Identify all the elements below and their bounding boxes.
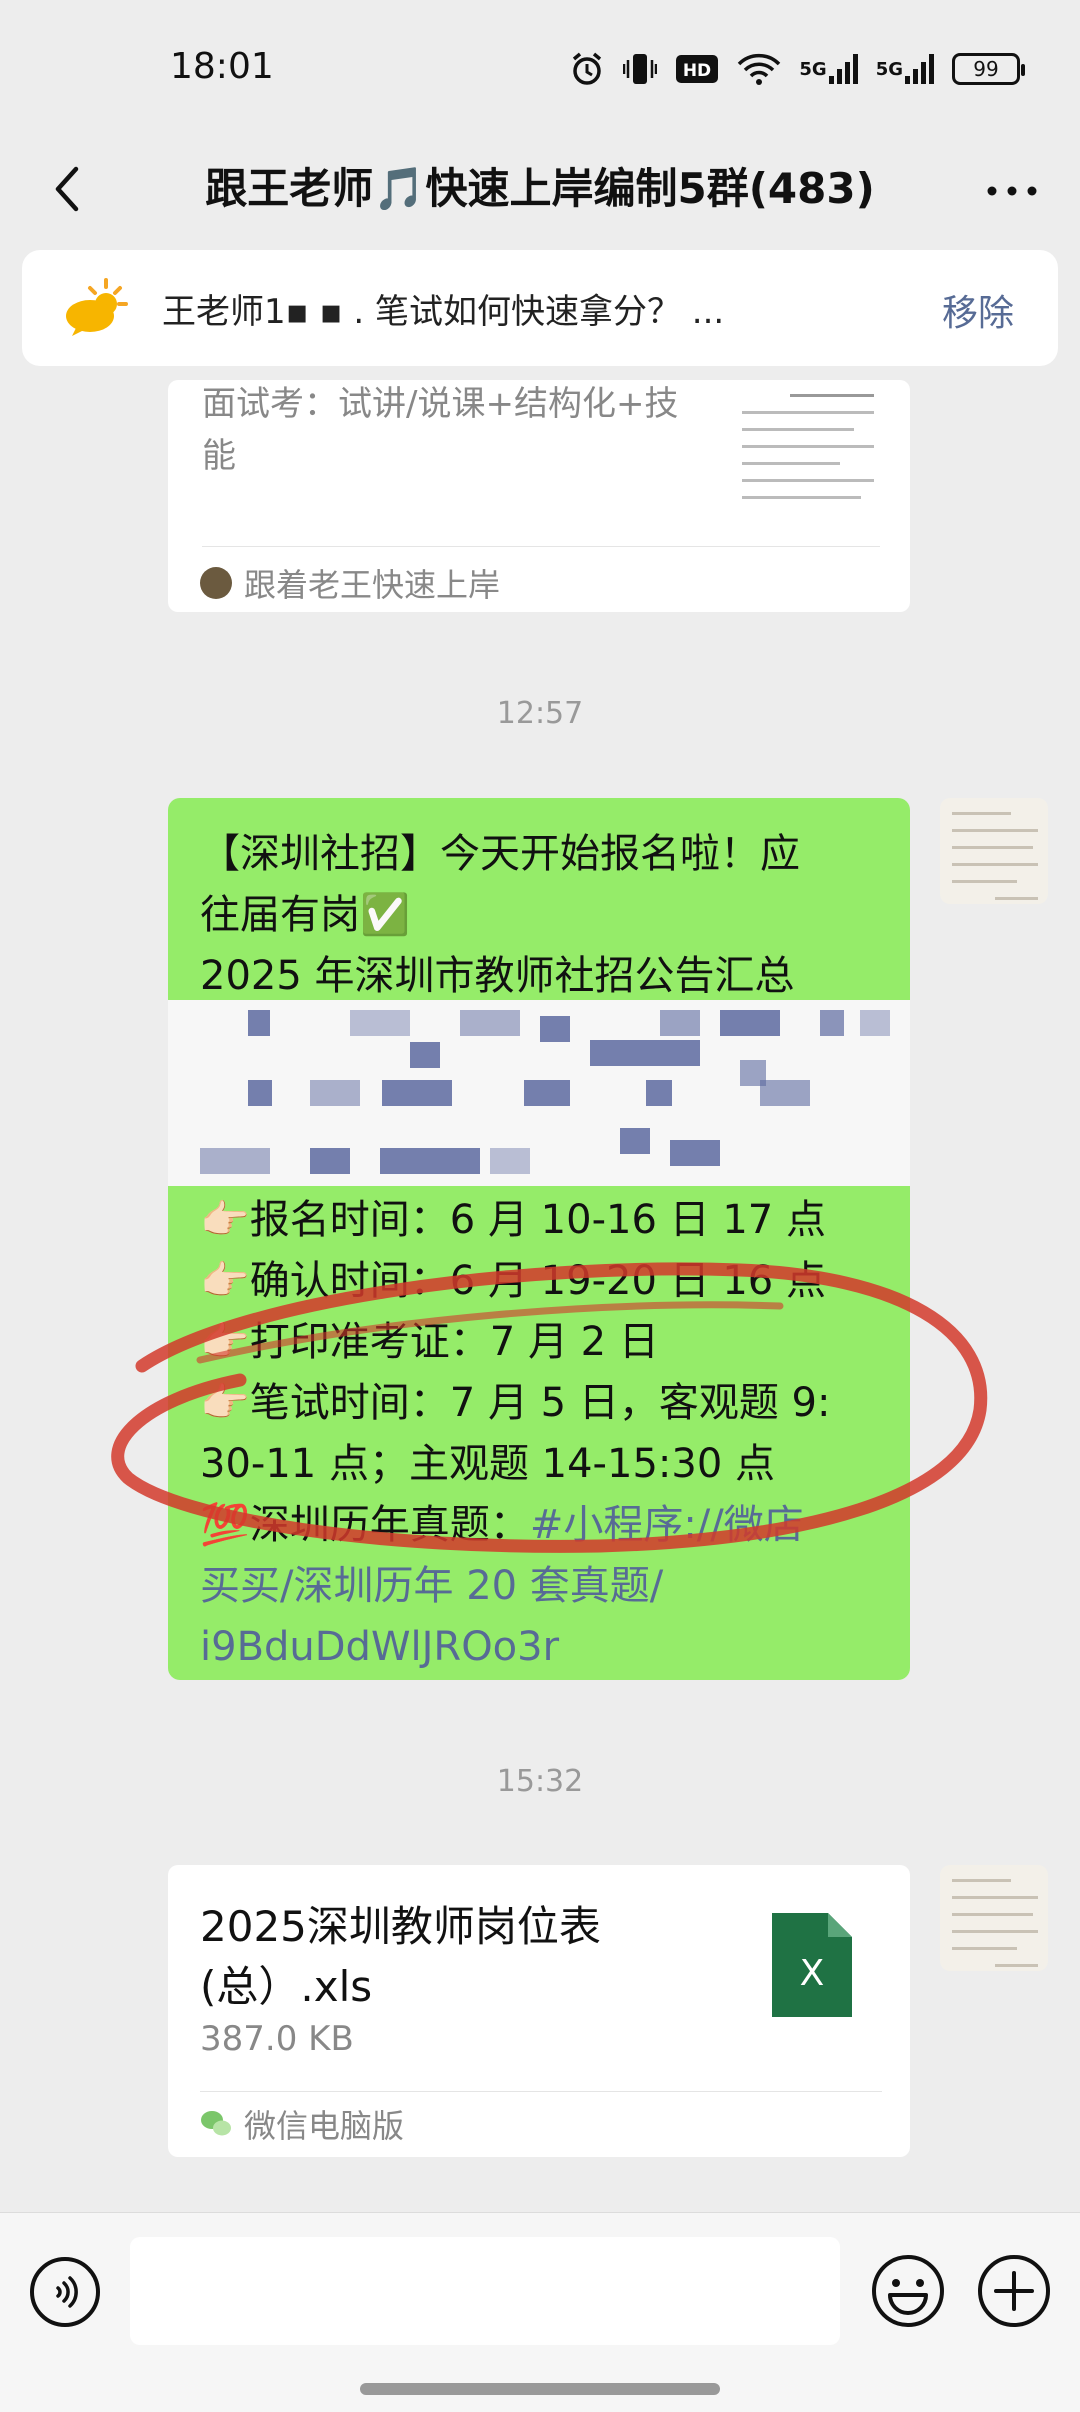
source-avatar [200, 567, 232, 599]
file-size: 387.0 KB [200, 2019, 354, 2059]
wechat-icon [201, 2111, 231, 2136]
status-icons: HD 5G 5G 99 [569, 48, 1025, 90]
divider [202, 546, 880, 547]
chevron-left-icon[interactable] [40, 159, 100, 219]
message-line: 👉🏻报名时间：6 月 10-16 日 17 点 [200, 1197, 826, 1243]
text-message-content: 【深圳社招】今天开始报名啦！应 往届有岗✅ 2025 年深圳市教师社招公告汇总 … [200, 824, 890, 1678]
message-line: 👉🏻确认时间：6 月 19-20 日 16 点 [200, 1258, 826, 1304]
file-source-name: 微信电脑版 [244, 2107, 405, 2145]
file-icon-letter: X [800, 1953, 825, 1994]
pinned-message-bar[interactable]: 王老师1▪ ▪ . 笔试如何快速拿分？ ... 移除 [22, 250, 1058, 366]
more-dots-icon[interactable] [982, 171, 1042, 211]
file-name: 2025深圳教师岗位表 (总）.xls [200, 1897, 680, 2017]
message-line: 👉🏻打印准考证：7 月 2 日 [200, 1319, 659, 1365]
mini-program-link[interactable]: i9BduDdWlJROo3r [200, 1617, 890, 1678]
sender-avatar[interactable] [940, 798, 1048, 904]
signal-5g-icon: 5G [799, 51, 858, 87]
voice-icon[interactable] [28, 2255, 102, 2329]
shared-article-card[interactable]: 面试考：试讲/说课+结构化+技能 跟着老王快速上岸 [168, 380, 910, 612]
mini-program-link[interactable]: #小程序://微店 [530, 1502, 804, 1548]
file-name-line: (总）.xls [200, 1962, 373, 2011]
message-line: 往届有岗✅ [200, 892, 410, 938]
message-line: 【深圳社招】今天开始报名啦！应 [200, 831, 800, 877]
chat-input-bar [0, 2212, 1080, 2412]
message-line-prefix: 💯深圳历年真题： [200, 1502, 530, 1548]
sender-avatar[interactable] [940, 1865, 1048, 1971]
status-bar: 18:01 HD 5G 5G 99 [0, 0, 1080, 135]
shared-article-source: 跟着老王快速上岸 [200, 560, 500, 606]
alarm-icon [569, 51, 605, 87]
file-message-card[interactable]: 2025深圳教师岗位表 (总）.xls 387.0 KB X 微信电脑版 [168, 1865, 910, 2157]
text-message-bubble[interactable]: 【深圳社招】今天开始报名啦！应 往届有岗✅ 2025 年深圳市教师社招公告汇总 … [168, 798, 910, 1680]
message-timestamp: 15:32 [496, 1764, 584, 1799]
chat-header: 跟王老师🎵快速上岸编制5群(483) [0, 135, 1080, 250]
pinned-message-text: 王老师1▪ ▪ . 笔试如何快速拿分？ ... [162, 292, 725, 332]
chat-title: 跟王老师🎵快速上岸编制5群(483) [205, 164, 875, 213]
redaction-mosaic [168, 1000, 910, 1186]
battery-level: 99 [952, 53, 1025, 85]
message-line: 30-11 点；主观题 14-15:30 点 [200, 1441, 775, 1487]
message-timestamp: 12:57 [496, 696, 584, 731]
message-line: 👉🏻笔试时间：7 月 5 日，客观题 9: [200, 1380, 831, 1426]
sim2-label: 5G [875, 58, 903, 80]
message-line: 2025 年深圳市教师社招公告汇总 [200, 953, 795, 999]
mini-program-link[interactable]: 买买/深圳历年 20 套真题/ [200, 1556, 890, 1617]
remove-pinned-button[interactable]: 移除 [942, 284, 1014, 336]
vibrate-icon [623, 51, 658, 87]
message-line: 💯深圳历年真题：#小程序://微店 [200, 1495, 890, 1556]
sun-cloud-icon [62, 276, 130, 338]
emoji-icon[interactable] [870, 2253, 946, 2329]
message-input[interactable] [130, 2237, 840, 2345]
plus-icon[interactable] [976, 2253, 1052, 2329]
file-name-line: 2025深圳教师岗位表 [200, 1902, 601, 1951]
divider [200, 2091, 882, 2092]
excel-file-icon: X [772, 1913, 852, 2017]
wifi-icon [737, 51, 781, 87]
shared-article-thumbnail [738, 380, 878, 510]
hd-icon: HD [675, 51, 719, 87]
home-indicator[interactable] [360, 2383, 720, 2395]
battery-icon: 99 [952, 51, 1025, 87]
source-name: 跟着老王快速上岸 [244, 566, 501, 604]
sim1-label: 5G [799, 58, 827, 80]
hd-label: HD [683, 61, 711, 81]
signal-5g-icon: 5G [876, 51, 934, 87]
file-source: 微信电脑版 [200, 2101, 404, 2147]
status-time: 18:01 [170, 46, 274, 87]
shared-article-desc: 面试考：试讲/说课+结构化+技能 [202, 384, 679, 476]
